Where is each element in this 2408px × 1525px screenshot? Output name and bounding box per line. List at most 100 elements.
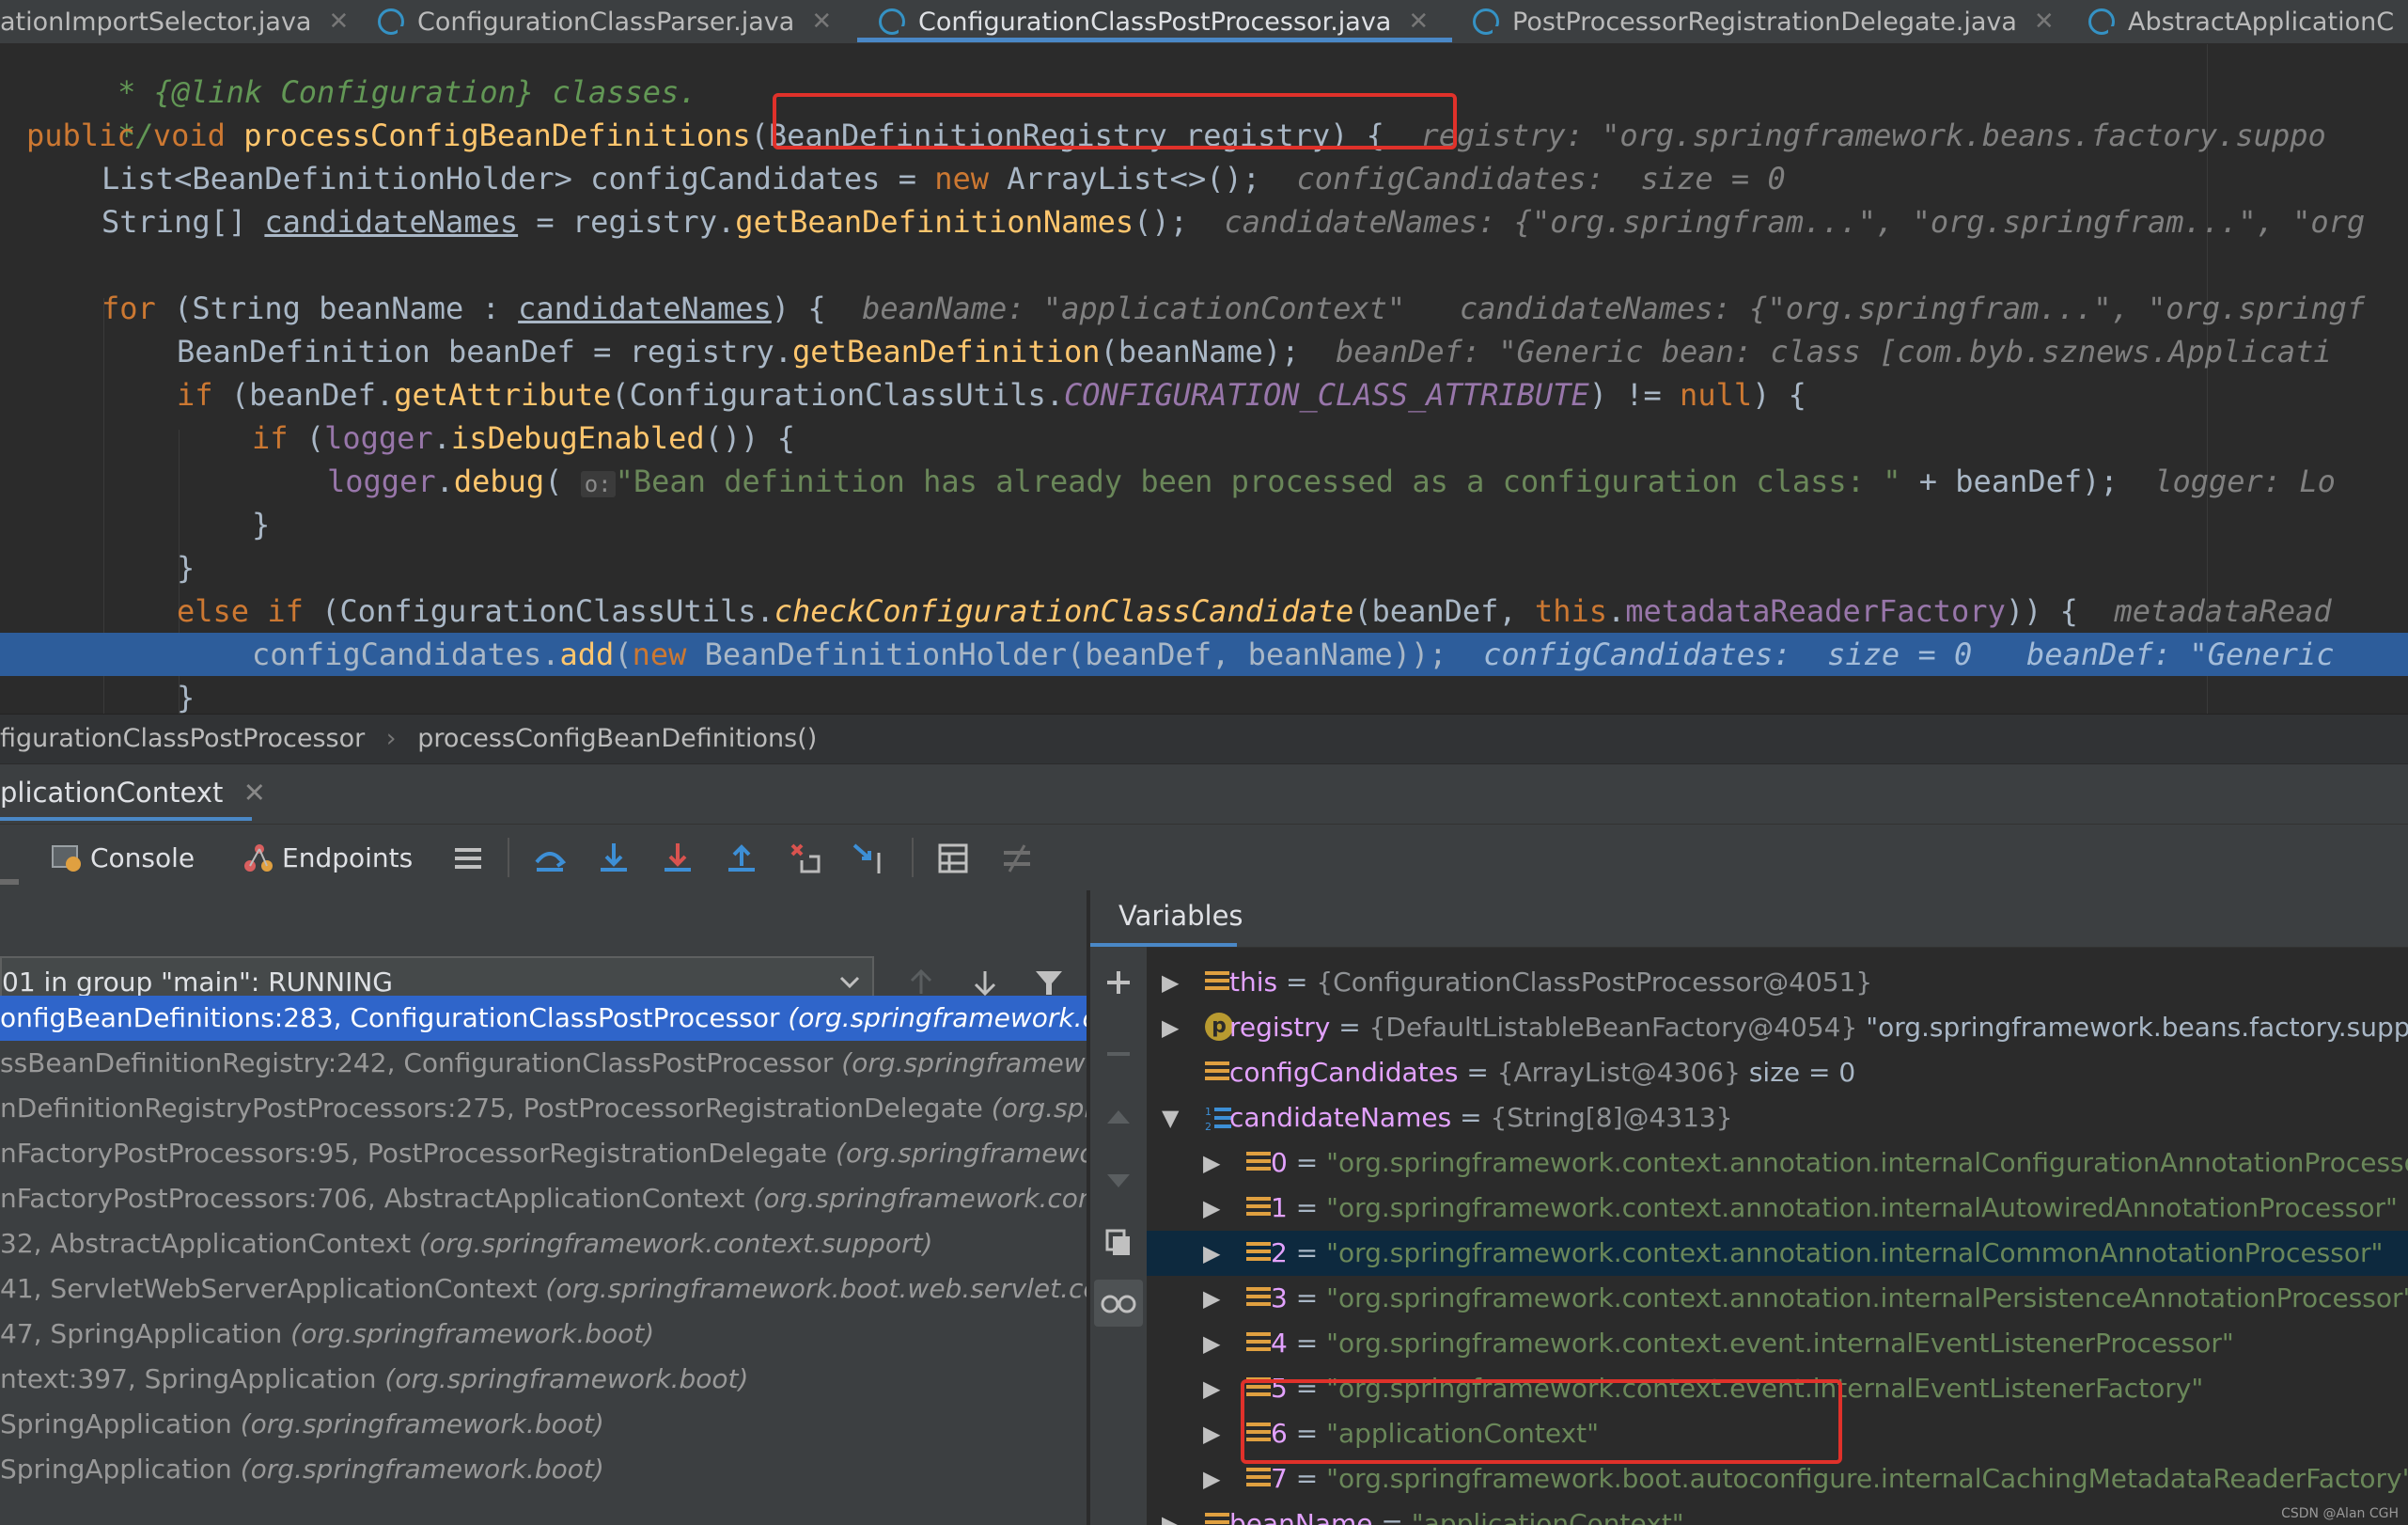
stack-frame[interactable]: nFactoryPostProcessors:706, AbstractAppl… [0, 1176, 1087, 1221]
variable-string-value: "applicationContext" [1411, 1508, 1684, 1525]
arrow-up-icon[interactable] [904, 966, 938, 999]
variable-row[interactable]: ▶ p registry = {DefaultListableBeanFactory… [1147, 1005, 2408, 1050]
step-over-icon[interactable] [531, 840, 569, 877]
run-to-cursor-icon[interactable] [851, 840, 888, 877]
stack-frame[interactable]: SpringApplication (org.springframework.b… [0, 1447, 1087, 1492]
code-text: (); [1134, 204, 1188, 240]
trace-stream-icon[interactable] [998, 840, 1036, 877]
tab-label: ConfigurationClassParser.java [417, 7, 795, 37]
stack-frame-package: (org.springframework.co [788, 1002, 1087, 1033]
code-editor[interactable]: * {@link Configuration} classes. */ publ… [0, 44, 2408, 714]
collapse-arrow-icon[interactable]: ▼ [1162, 1095, 1179, 1140]
console-tab[interactable]: Console [51, 838, 195, 877]
equals-sign: = [1458, 1057, 1497, 1088]
inline-value-hint: beanName: "applicationContext" candidate… [862, 291, 2366, 326]
expand-arrow-icon[interactable]: ▶ [1203, 1231, 1220, 1276]
expand-arrow-icon[interactable]: ▶ [1203, 1321, 1220, 1366]
variable-type: {ConfigurationClassPostProcessor@4051} [1316, 967, 1873, 998]
stack-frame[interactable]: nFactoryPostProcessors:95, PostProcessor… [0, 1131, 1087, 1176]
breadcrumb-method[interactable]: processConfigBeanDefinitions() [417, 724, 817, 753]
close-icon[interactable]: ✕ [243, 777, 266, 809]
expand-arrow-icon[interactable]: ▶ [1162, 1501, 1179, 1525]
expand-arrow-icon[interactable]: ▶ [1203, 1186, 1220, 1231]
watches-toggle[interactable] [1094, 1280, 1143, 1327]
variable-value: "org.springframework.beans.factory.suppo… [1857, 1012, 2408, 1043]
variable-row[interactable]: ▶ 4 = "org.springframework.context.event.… [1147, 1321, 2408, 1366]
stack-frame[interactable]: SpringApplication (org.springframework.b… [0, 1402, 1087, 1447]
equals-sign: = [1277, 967, 1317, 998]
code-text: BeanDefinition beanDef = registry. [177, 334, 793, 369]
endpoints-tab[interactable]: Endpoints [242, 838, 413, 877]
variables-tab[interactable]: Variables [1118, 900, 1243, 932]
variables-header: Variables [1090, 890, 2408, 948]
close-icon[interactable]: ✕ [1408, 8, 1429, 36]
move-down-icon[interactable] [1102, 1163, 1135, 1197]
endpoints-icon [244, 844, 273, 872]
close-icon[interactable]: ✕ [328, 8, 349, 36]
breadcrumb-class[interactable]: figurationClassPostProcessor [0, 724, 365, 753]
debugger-toolbar: Console Endpoints [0, 824, 2408, 891]
variable-row[interactable]: ▶ 1 = "org.springframework.context.annota… [1147, 1186, 2408, 1231]
stack-frame-method: ntext:397, SpringApplication [0, 1363, 385, 1394]
stack-frame[interactable]: ntext:397, SpringApplication (org.spring… [0, 1357, 1087, 1402]
variable-text: candidateNames = {String[8]@4313} [1229, 1095, 1733, 1140]
expand-arrow-icon[interactable]: ▶ [1162, 960, 1179, 1005]
code-text: = registry. [518, 204, 736, 240]
stack-frame[interactable]: onfigBeanDefinitions:283, ConfigurationC… [0, 996, 1087, 1041]
code-text: BeanDefinitionHolder(beanDef, beanName))… [686, 637, 1447, 672]
move-up-icon[interactable] [1102, 1101, 1135, 1135]
variable-row[interactable]: ▶ beanName = "applicationContext" [1147, 1501, 2408, 1525]
variable-row[interactable]: configCandidates = {ArrayList@4306} size… [1147, 1050, 2408, 1095]
highlight-box-application-context [1241, 1379, 1842, 1464]
filter-icon[interactable] [1032, 966, 1066, 999]
step-out-icon[interactable] [723, 840, 760, 877]
code-line: } [0, 546, 2408, 590]
svg-text:2: 2 [1205, 1121, 1212, 1133]
breadcrumb: figurationClassPostProcessor › processCo… [0, 714, 2408, 763]
tab-configuration-class-parser[interactable]: ConfigurationClassParser.java ✕ [378, 0, 832, 43]
tab-configuration-import-selector[interactable]: ationImportSelector.java ✕ [0, 0, 349, 43]
expand-arrow-icon[interactable]: ▶ [1203, 1366, 1220, 1411]
expand-arrow-icon[interactable]: ▶ [1203, 1276, 1220, 1321]
stack-frame[interactable]: nDefinitionRegistryPostProcessors:275, P… [0, 1086, 1087, 1131]
evaluate-expression-icon[interactable] [934, 840, 972, 877]
expand-arrow-icon[interactable]: ▶ [1203, 1140, 1220, 1186]
expand-arrow-icon[interactable]: ▶ [1162, 1005, 1179, 1050]
stack-frame-method: nDefinitionRegistryPostProcessors:275, P… [0, 1093, 992, 1124]
stack-frame-method: 32, AbstractApplicationContext [0, 1228, 420, 1259]
expand-arrow-icon[interactable]: ▶ [1203, 1411, 1220, 1456]
variable-row[interactable]: ▶ 0 = "org.springframework.context.annota… [1147, 1140, 2408, 1186]
equals-sign: = [1372, 1508, 1412, 1525]
stack-frame[interactable]: ssBeanDefinitionRegistry:242, Configurat… [0, 1041, 1087, 1086]
stack-frame-method: SpringApplication [0, 1454, 241, 1485]
variable-row[interactable]: ▶ this = {ConfigurationClassPostProcessor… [1147, 960, 2408, 1005]
code-text: (ConfigurationClassUtils. [303, 593, 774, 629]
tab-abstract-application-context[interactable]: AbstractApplicationC [2088, 0, 2394, 43]
variable-row[interactable]: ▶ 2 = "org.springframework.context.annota… [1147, 1231, 2408, 1276]
drop-frame-icon[interactable] [787, 840, 824, 877]
force-step-into-icon[interactable] [659, 840, 696, 877]
stack-frame[interactable]: 47, SpringApplication (org.springframewo… [0, 1312, 1087, 1357]
variable-text: registry = {DefaultListableBeanFactory@4… [1229, 1005, 2408, 1050]
method-call: add [559, 637, 615, 672]
step-into-icon[interactable] [595, 840, 633, 877]
close-icon[interactable]: ✕ [811, 8, 832, 36]
tab-post-processor-registration-delegate[interactable]: PostProcessorRegistrationDelegate.java ✕ [1473, 0, 2055, 43]
remove-watch-icon[interactable] [1102, 1037, 1135, 1071]
expand-arrow-icon[interactable]: ▶ [1203, 1456, 1220, 1501]
add-watch-icon[interactable] [1102, 966, 1135, 999]
inline-value-hint: beanDef: "Generic bean: class [com.byb.s… [1336, 334, 2332, 369]
debug-session-tab[interactable]: plicationContext ✕ [0, 764, 285, 821]
variable-row[interactable]: ▼ 1 2 candidateNames = {String[8]@4313} [1147, 1095, 2408, 1140]
stack-frame[interactable]: 32, AbstractApplicationContext (org.spri… [0, 1221, 1087, 1266]
copy-icon[interactable] [1102, 1225, 1135, 1259]
highlight-box-registry-param [773, 93, 1457, 149]
stack-frame[interactable]: 41, ServletWebServerApplicationContext (… [0, 1266, 1087, 1312]
debug-session-tabs: plicationContext ✕ [0, 763, 2408, 825]
variable-row[interactable]: ▶ 3 = "org.springframework.context.annota… [1147, 1276, 2408, 1321]
close-icon[interactable]: ✕ [2034, 8, 2055, 36]
keyword: else if [177, 593, 304, 629]
hamburger-menu-icon[interactable] [449, 840, 487, 877]
arrow-down-icon[interactable] [968, 966, 1002, 999]
keyword: this [1534, 593, 1607, 629]
